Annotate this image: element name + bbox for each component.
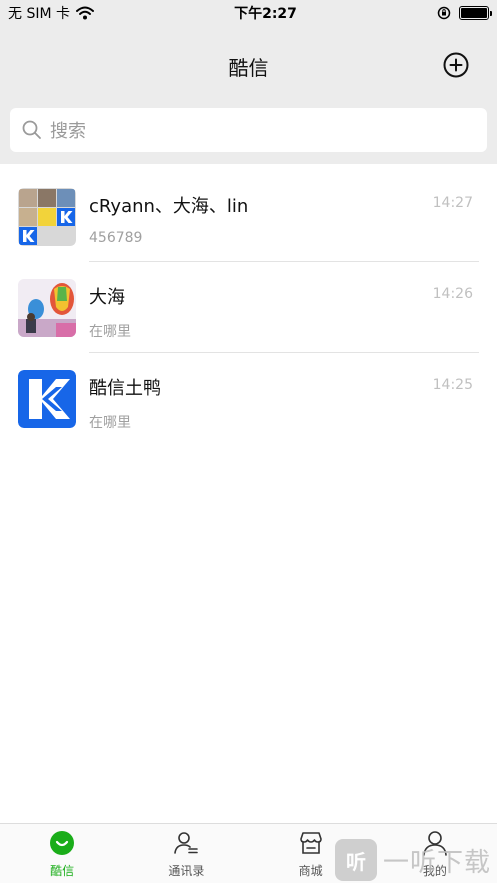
status-right [437, 6, 492, 20]
chat-item[interactable]: cRyann、大海、lin 456789 14:27 [0, 171, 497, 262]
status-bar: 无 SIM 卡 下午2:27 [0, 0, 497, 26]
chat-preview: 在哪里 [89, 415, 131, 431]
watermark-logo: 听 [335, 839, 377, 881]
tab-contacts[interactable]: 通讯录 [124, 824, 248, 883]
k-logo-avatar [18, 369, 76, 428]
chat-item[interactable]: 酷信土鸭 在哪里 14:25 [0, 353, 497, 444]
tab-label: 酷信 [50, 864, 75, 878]
top-area: 无 SIM 卡 下午2:27 酷信 搜索 [0, 0, 497, 164]
chat-name: 酷信土鸭 [89, 378, 161, 399]
contacts-icon [174, 832, 199, 854]
chat-list: cRyann、大海、lin 456789 14:27 大海 在哪里 14:26 [0, 171, 497, 444]
battery-icon [458, 6, 492, 20]
chat-info: cRyann、大海、lin 456789 [89, 192, 248, 246]
wifi-icon [76, 6, 94, 20]
tab-label: 商城 [298, 864, 323, 878]
group-collage-avatar [18, 187, 76, 246]
search-icon [22, 120, 41, 139]
chat-time: 14:25 [432, 377, 473, 393]
nav-bar: 酷信 [0, 26, 497, 106]
chat-item[interactable]: 大海 在哪里 14:26 [0, 262, 497, 353]
chat-preview: 456789 [89, 230, 143, 246]
balloon-photo-avatar [18, 278, 76, 337]
add-button[interactable] [443, 52, 469, 78]
search-input[interactable]: 搜索 [10, 108, 487, 152]
watermark: 听 一听下载 [335, 839, 497, 881]
orientation-lock-icon [437, 6, 451, 20]
status-time: 下午2:27 [234, 6, 297, 22]
chat-info: 酷信土鸭 在哪里 [89, 374, 161, 432]
chat-bubble-icon [50, 831, 75, 855]
chat-preview: 在哪里 [89, 324, 131, 340]
chat-name: 大海 [89, 287, 125, 308]
chat-info: 大海 在哪里 [89, 283, 131, 341]
status-left: 无 SIM 卡 [8, 3, 94, 23]
watermark-text: 一听下载 [383, 847, 492, 878]
tab-label: 通讯录 [168, 864, 205, 878]
search-placeholder: 搜索 [50, 121, 86, 142]
carrier-label: 无 SIM 卡 [8, 6, 70, 22]
tab-kuxin[interactable]: 酷信 [0, 824, 124, 883]
page-title: 酷信 [228, 55, 269, 80]
chat-time: 14:26 [432, 286, 473, 302]
store-icon [299, 832, 322, 854]
chat-name: cRyann、大海、lin [89, 196, 249, 217]
chat-time: 14:27 [432, 195, 473, 211]
